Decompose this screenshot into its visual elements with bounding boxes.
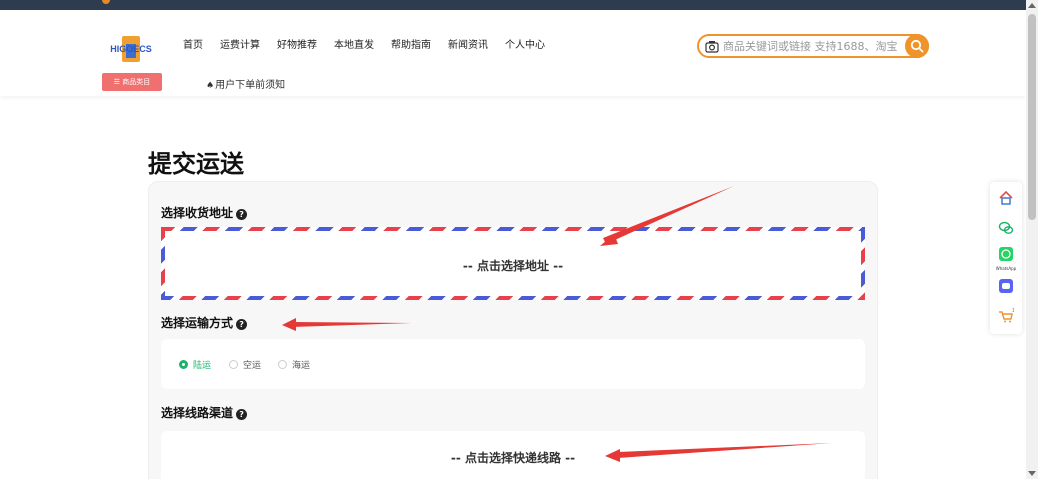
order-notice-link[interactable]: ♠用户下单前须知 (206, 76, 285, 91)
help-icon[interactable]: ? (236, 319, 248, 330)
category-button[interactable]: ☰ 商品类目 (102, 73, 162, 91)
wechat-icon[interactable] (998, 220, 1014, 236)
address-picker-inner: -- 点击选择地址 -- (165, 231, 861, 296)
nav-item-recommend[interactable]: 好物推荐 (277, 40, 317, 52)
page-title: 提交运送 (148, 150, 244, 178)
page-scrollbar[interactable] (1026, 0, 1038, 479)
route-section-title: 选择线路渠道? (161, 404, 248, 421)
route-placeholder: -- 点击选择快递线路 -- (450, 451, 576, 465)
address-picker[interactable]: -- 点击选择地址 -- (161, 227, 865, 300)
route-picker[interactable]: -- 点击选择快递线路 -- (161, 431, 865, 479)
radio-circle (179, 360, 188, 369)
nav-item-help[interactable]: 帮助指南 (391, 40, 431, 52)
shipping-section-title: 选择运输方式? (161, 314, 248, 331)
radio-sea[interactable]: 海运 (278, 358, 310, 371)
search-input[interactable] (723, 38, 903, 54)
nav-item-home[interactable]: 首页 (183, 40, 203, 52)
logo-text: HIGOECS (110, 44, 152, 54)
radio-circle (229, 360, 238, 369)
scroll-up-arrow[interactable] (1028, 3, 1036, 8)
site-header: HIGOECS 首页 运费计算 好物推荐 本地直发 帮助指南 新闻资讯 个人中心… (0, 10, 1026, 96)
nav-item-freight-calc[interactable]: 运费计算 (220, 40, 260, 52)
address-section-title: 选择收货地址? (161, 204, 248, 221)
scroll-thumb[interactable] (1028, 14, 1036, 220)
whatsapp-icon[interactable] (998, 246, 1014, 262)
shipping-method-options: 陆运 空运 海运 (161, 339, 865, 389)
search-icon (910, 39, 924, 53)
radio-label: 海运 (292, 361, 311, 371)
nav-item-local-ship[interactable]: 本地直发 (334, 40, 374, 52)
site-logo[interactable]: HIGOECS (100, 34, 162, 66)
order-notice-label: 用户下单前须知 (215, 80, 286, 91)
nav-item-user-center[interactable]: 个人中心 (505, 40, 545, 52)
search-bar (697, 34, 929, 58)
address-section-label: 选择收货地址 (161, 206, 234, 220)
nav-item-news[interactable]: 新闻资讯 (448, 40, 488, 52)
discord-icon[interactable] (998, 278, 1014, 294)
address-placeholder: -- 点击选择地址 -- (462, 259, 564, 273)
floating-sidebar: WhatsApp 1 (990, 182, 1022, 334)
radio-air[interactable]: 空运 (229, 358, 261, 371)
radio-circle (278, 360, 287, 369)
main-nav: 首页 运费计算 好物推荐 本地直发 帮助指南 新闻资讯 个人中心 (183, 40, 562, 52)
top-bar-logo-dot (102, 0, 110, 4)
scroll-down-arrow[interactable] (1028, 471, 1036, 476)
route-section-label: 选择线路渠道 (161, 406, 234, 420)
whatsapp-label: WhatsApp (995, 266, 1017, 271)
radio-label: 陆运 (193, 361, 212, 371)
bell-icon: ♠ (206, 81, 215, 91)
radio-land[interactable]: 陆运 (179, 358, 211, 371)
cart-badge: 1 (1012, 308, 1014, 314)
top-bar (0, 0, 1038, 10)
search-button[interactable] (905, 34, 929, 58)
shipping-section-label: 选择运输方式 (161, 316, 234, 330)
help-icon[interactable]: ? (236, 409, 248, 420)
home-icon[interactable] (998, 190, 1014, 206)
help-icon[interactable]: ? (236, 209, 248, 220)
radio-label: 空运 (243, 361, 262, 371)
cart-icon[interactable]: 1 (998, 308, 1014, 324)
camera-icon[interactable] (705, 40, 719, 53)
